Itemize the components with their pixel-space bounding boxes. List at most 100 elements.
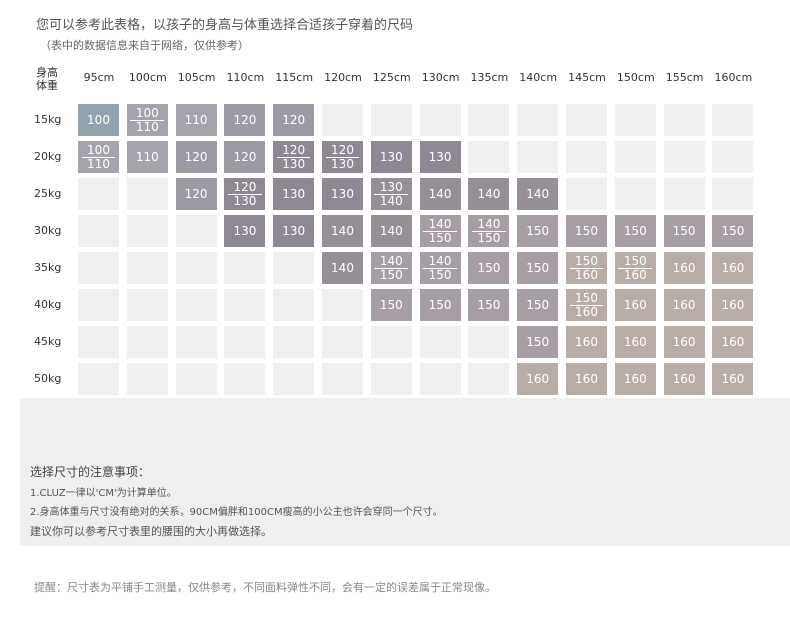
size-cell-empty	[273, 363, 315, 395]
column-header-height: 140cm	[519, 71, 558, 84]
size-cell: 160	[712, 326, 754, 358]
size-cell: 120 130	[224, 178, 266, 210]
size-cell-empty	[614, 141, 656, 173]
size-cell-empty	[273, 289, 315, 321]
size-cell-empty	[78, 289, 119, 321]
notes-panel: 选择尺寸的注意事项： 1.CLUZ一律以'CM'为计算单位。 2.身高体重与尺寸…	[20, 398, 790, 546]
size-cell-empty	[419, 363, 461, 395]
size-value: 150	[526, 297, 550, 312]
size-cell: 100 110	[78, 141, 119, 173]
size-cell: 140	[322, 215, 363, 247]
notes-title: 选择尺寸的注意事项：	[30, 465, 151, 479]
size-value: 110	[135, 149, 159, 164]
size-cell: 130 140	[370, 178, 412, 210]
size-value: 160	[623, 371, 647, 386]
size-value: 160	[575, 334, 598, 349]
size-cell: 120	[224, 141, 266, 173]
column-header-height: 150cm	[616, 71, 655, 84]
size-value: 150	[575, 290, 598, 305]
size-value: 100	[135, 105, 159, 120]
size-cell-empty	[468, 326, 510, 358]
row-header-weight: 20kg	[34, 150, 62, 163]
size-value: 150	[379, 297, 403, 312]
size-value: 110	[184, 112, 208, 127]
size-cell: 150	[517, 326, 559, 358]
size-value: 120	[233, 112, 257, 127]
row-header-weight: 45kg	[34, 335, 62, 348]
size-value: 150	[575, 223, 598, 238]
size-cell: 140 150	[468, 215, 510, 247]
size-cell-empty	[175, 289, 217, 321]
size-cell: 160	[566, 326, 607, 358]
size-cell-empty	[322, 363, 363, 395]
size-value: 120	[184, 149, 208, 164]
size-cell-empty	[517, 104, 559, 136]
size-cell: 150 160	[566, 289, 607, 321]
size-cell: 120 130	[322, 141, 363, 173]
column-header-height: 105cm	[177, 71, 216, 84]
column-header-height: 135cm	[470, 71, 509, 84]
size-cell-empty	[663, 104, 705, 136]
size-cell-empty	[126, 289, 168, 321]
page-subtitle: （表中的数据信息来自于网络，仅供参考）	[40, 39, 249, 52]
size-cell: 110	[175, 104, 217, 136]
size-cell-empty	[175, 252, 217, 284]
size-value: 160	[672, 334, 696, 349]
row-header-weight: 35kg	[34, 261, 62, 274]
size-cell-empty	[126, 326, 168, 358]
size-cell-empty	[175, 363, 217, 395]
size-value: 150	[526, 223, 550, 238]
size-cell: 150 160	[566, 252, 607, 284]
size-cell: 140 150	[370, 252, 412, 284]
size-cell: 140 150	[419, 252, 461, 284]
size-cell: 150 160	[614, 252, 656, 284]
size-cell-empty	[126, 363, 168, 395]
size-value: 160	[672, 297, 696, 312]
size-cell: 130	[273, 178, 315, 210]
size-cell-empty	[566, 141, 607, 173]
size-cell-empty	[78, 215, 119, 247]
size-value: 150	[672, 223, 696, 238]
size-value: 140	[331, 260, 354, 275]
size-cell: 130	[370, 141, 412, 173]
row-header-weight: 30kg	[34, 224, 62, 237]
size-value: 160	[721, 371, 745, 386]
size-cell-empty	[468, 104, 510, 136]
size-cell-empty	[273, 252, 315, 284]
note-line-3: 建议你可以参考尺寸表里的腰围的大小再做选择。	[30, 525, 272, 538]
size-value: 130	[428, 149, 452, 164]
column-header-height: 160cm	[714, 71, 753, 84]
size-cell: 140	[419, 178, 461, 210]
size-value: 100	[87, 142, 110, 157]
size-value: 160	[672, 371, 696, 386]
size-cell-empty	[78, 252, 119, 284]
column-header-height: 155cm	[665, 71, 704, 84]
size-chart-panel: 您可以参考此表格，以孩子的身高与体重选择合适孩子穿着的尺码 （表中的数据信息来自…	[20, 8, 790, 398]
size-cell: 150	[468, 289, 510, 321]
size-value: 160	[721, 297, 745, 312]
size-cell: 160	[614, 326, 656, 358]
size-value: 140	[331, 223, 354, 238]
row-header-weight: 50kg	[34, 372, 62, 385]
size-cell-empty	[322, 289, 363, 321]
size-cell-empty	[370, 326, 412, 358]
size-cell: 150	[370, 289, 412, 321]
size-value: 150	[575, 253, 598, 268]
size-cell-empty	[517, 141, 559, 173]
size-cell: 140	[517, 178, 559, 210]
corner-height-label: 身高	[36, 66, 58, 79]
size-value: 150	[428, 297, 452, 312]
column-header-height: 100cm	[128, 71, 167, 84]
size-cell: 160	[712, 252, 754, 284]
size-value: 160	[721, 260, 745, 275]
column-header-height: 145cm	[568, 71, 606, 84]
size-cell-empty	[419, 104, 461, 136]
row-header-weight: 40kg	[34, 298, 62, 311]
size-value: 110	[87, 156, 110, 171]
size-value: 120	[282, 142, 306, 157]
size-value: 150	[623, 223, 647, 238]
size-cell: 150	[517, 215, 559, 247]
corner-weight-label: 体重	[36, 79, 58, 92]
reminder-text: 提醒：尺寸表为平铺手工测量，仅供参考，不同面料弹性不同，会有一定的误差属于正常现…	[34, 581, 496, 594]
size-value: 140	[428, 253, 452, 268]
